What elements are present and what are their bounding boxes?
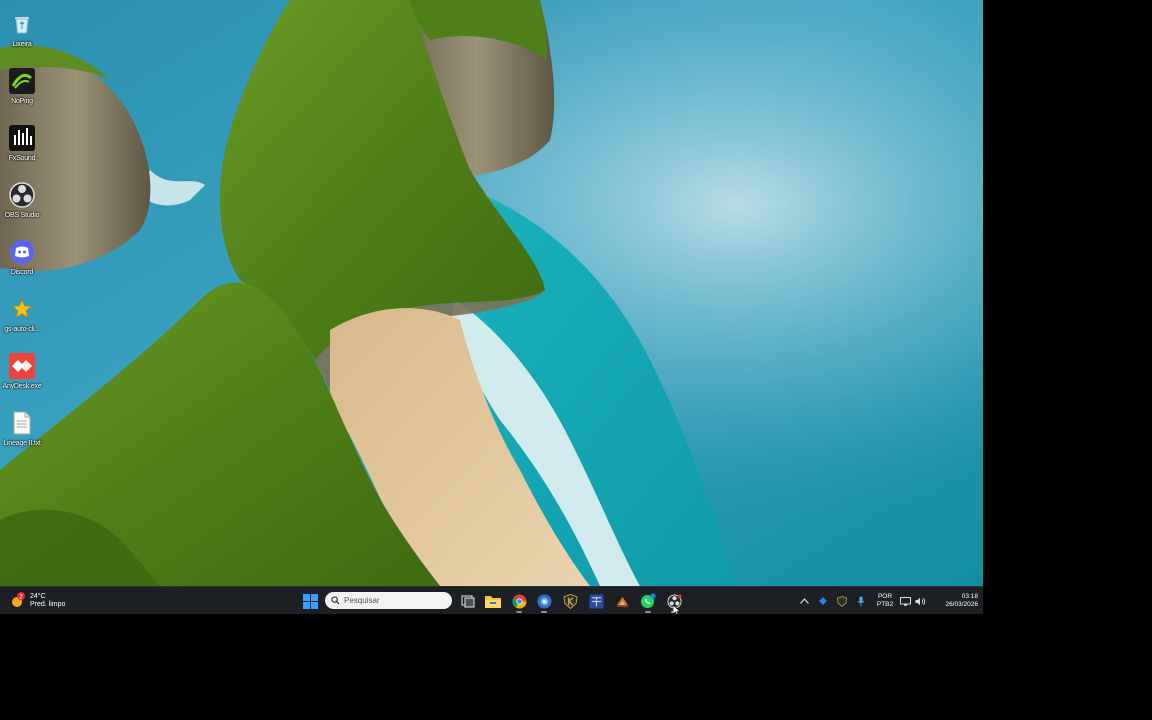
running-indicator [516, 611, 522, 613]
language-indicator[interactable]: POR PTB2 [872, 593, 898, 609]
text-file-icon [8, 409, 36, 437]
taskbar-file-explorer[interactable] [483, 591, 503, 611]
whatsapp-icon [641, 593, 656, 608]
tray-kaspersky[interactable] [835, 591, 849, 611]
taskbar-app[interactable] [586, 591, 606, 611]
chrome-icon [511, 593, 527, 609]
taskbar-whatsapp[interactable] [638, 591, 658, 613]
tray-app-blue[interactable] [816, 591, 830, 611]
task-view-icon [461, 595, 475, 608]
desktop-icon-noping[interactable]: NoPing [0, 61, 44, 117]
cloud-icon [819, 597, 827, 605]
desktop-icon-obs-studio[interactable]: OBS Studio [0, 175, 44, 231]
desktop-icon-fxsound[interactable]: FxSound [0, 118, 44, 174]
tray-microphone[interactable] [854, 591, 868, 611]
running-indicator [645, 611, 651, 613]
taskbar-chrome[interactable] [509, 591, 529, 613]
network-icon [899, 596, 911, 606]
fxsound-icon [8, 124, 36, 152]
microphone-icon [857, 596, 865, 606]
desktop-icon-recycle-bin[interactable]: Lixeira [0, 4, 44, 60]
language-line1: POR [877, 593, 893, 600]
tray-volume[interactable] [913, 591, 927, 611]
windows-start-icon [302, 593, 318, 609]
running-indicator [541, 611, 547, 613]
file-explorer-icon [485, 596, 501, 608]
browser-icon [536, 593, 552, 609]
kaspersky-icon [562, 593, 578, 609]
volume-icon [915, 597, 925, 605]
desktop-icon-label: AnyDesk.exe [2, 383, 42, 390]
tray-network[interactable] [898, 591, 912, 611]
anydesk-icon [8, 352, 36, 380]
weather-temp: 24°C [30, 593, 46, 600]
desktop-icon-label: OBS Studio [4, 212, 40, 219]
desktop-icon-label: Discord [10, 269, 34, 276]
start-button[interactable] [300, 591, 320, 611]
desktop-icon-label: Lixeira [12, 41, 32, 48]
mouse-cursor-icon [673, 605, 681, 614]
desktop-icon-label: Lineage II.txt [3, 440, 41, 447]
desktop-icon-discord[interactable]: Discord [0, 232, 44, 288]
desktop-icon-lineage-txt[interactable]: Lineage II.txt [0, 403, 44, 459]
weather-condition: Pred. limpo [30, 601, 66, 608]
noping-icon [8, 67, 36, 95]
weather-widget[interactable]: 2 24°C Pred. limpo [8, 590, 65, 612]
clock-time: 03:18 [961, 593, 978, 600]
obs-studio-icon [8, 181, 36, 209]
game-icon [616, 596, 628, 607]
taskbar-kaspersky[interactable] [560, 591, 580, 611]
weather-sun-icon: 2 [12, 592, 25, 607]
taskbar: 2 24°C Pred. limpo Pesquisar POR PTB2 03… [0, 586, 983, 614]
chevron-up-icon [799, 598, 809, 604]
desktop-wallpaper [0, 0, 983, 586]
weather-text: 24°C Pred. limpo [30, 593, 65, 609]
taskbar-browser[interactable] [534, 591, 554, 613]
recycle-bin-icon [8, 10, 36, 38]
clock[interactable]: 03:18 26/03/2026 [930, 593, 978, 609]
task-view-button[interactable] [458, 591, 478, 611]
desktop-icon-anydesk[interactable]: AnyDesk.exe [0, 346, 44, 402]
desktop-icon-label: FxSound [8, 155, 36, 162]
shield-icon [837, 595, 847, 607]
clock-date: 26/03/2026 [945, 601, 978, 608]
desktop-icon-label: gs-auto-cli... [4, 326, 40, 333]
show-hidden-icons-button[interactable] [797, 591, 811, 611]
taskbar-search-box[interactable]: Pesquisar [325, 592, 452, 609]
search-icon [331, 596, 340, 605]
desktop-screen: Lixeira NoPing FxSound OBS Studio Discor… [0, 0, 983, 614]
search-placeholder: Pesquisar [344, 596, 380, 605]
discord-icon [8, 238, 36, 266]
app-icon [588, 593, 604, 609]
language-line2: PTB2 [876, 601, 894, 608]
desktop-icon-gs-auto-click[interactable]: gs-auto-cli... [0, 289, 44, 345]
desktop-icon-label: NoPing [11, 98, 33, 105]
star-icon [8, 295, 36, 323]
taskbar-game[interactable] [612, 591, 632, 611]
